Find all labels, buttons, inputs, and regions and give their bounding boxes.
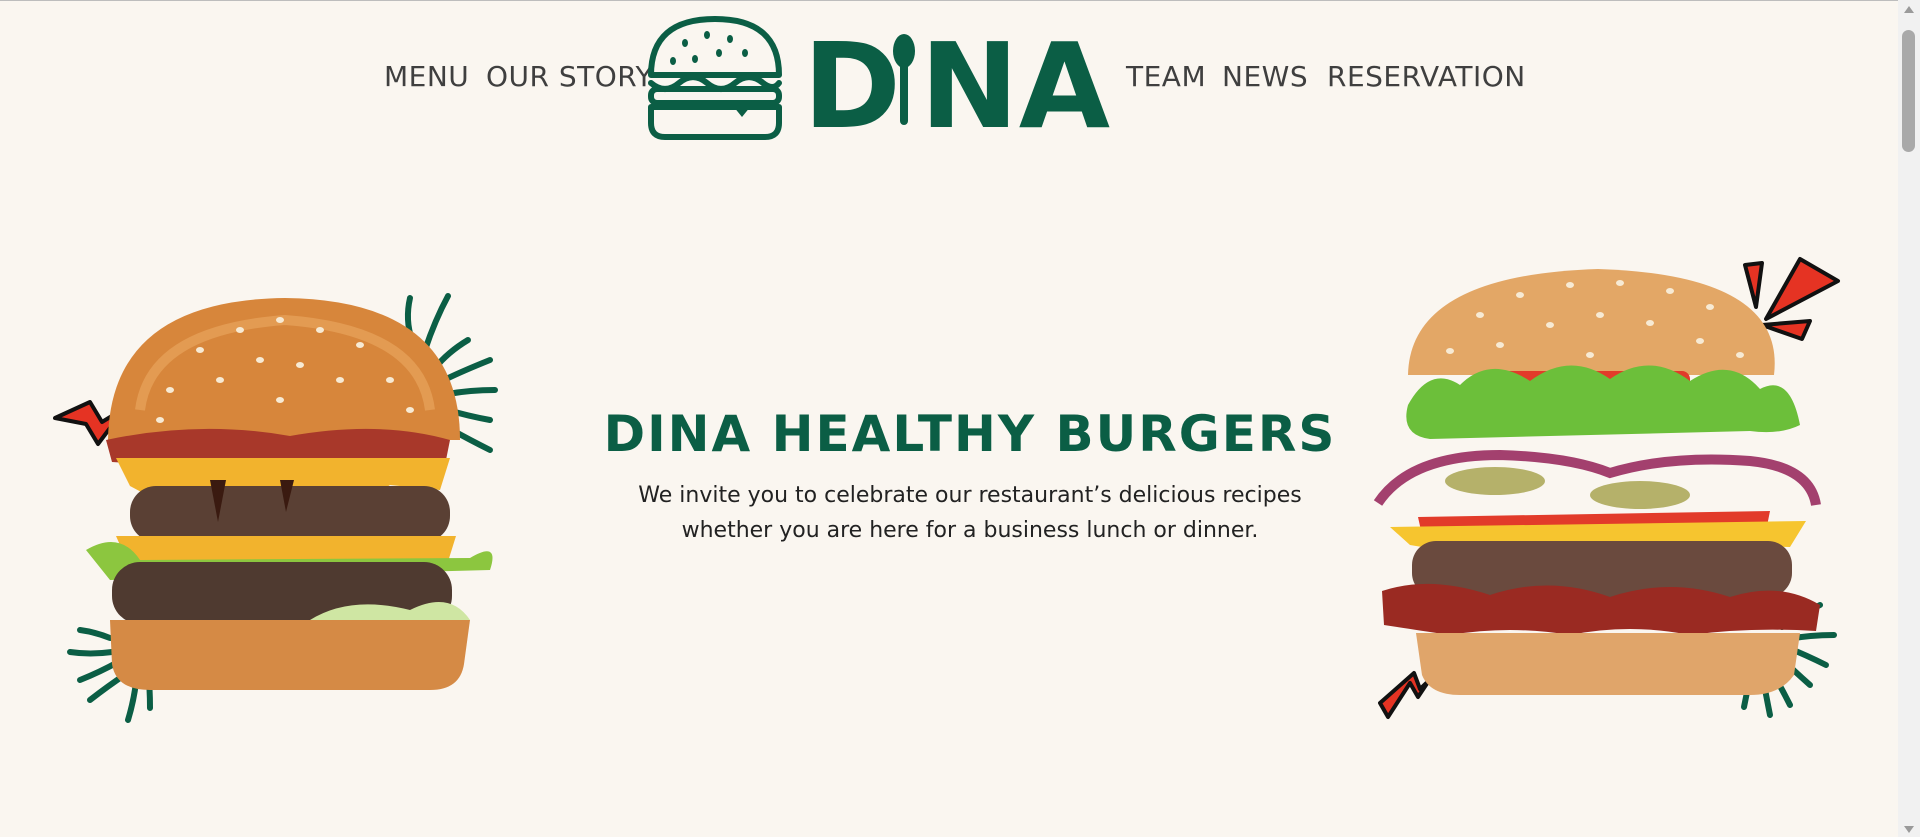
- nav-news-link[interactable]: NEWS: [1222, 60, 1308, 93]
- scrollbar-thumb[interactable]: [1902, 30, 1915, 152]
- svg-text:D: D: [803, 17, 901, 140]
- nav-menu-link[interactable]: MENU: [384, 60, 469, 93]
- burger-icon: D NA: [648, 16, 1110, 155]
- hero-subtitle-line-2: whether you are here for a business lunc…: [681, 518, 1259, 543]
- left-burger-image: [50, 290, 520, 734]
- right-burger-image: [1370, 255, 1850, 729]
- nav-team-link[interactable]: TEAM: [1126, 60, 1206, 93]
- scroll-up-arrow-icon[interactable]: [1904, 6, 1914, 13]
- logo-text: NA: [920, 17, 1110, 140]
- hero-subtitle: We invite you to celebrate our restauran…: [560, 478, 1380, 548]
- dina-logo[interactable]: D NA: [645, 15, 1115, 155]
- hero-title: DINA HEALTHY BURGERS: [603, 405, 1337, 463]
- window-top-border: [0, 0, 1920, 1]
- nav-reservation-link[interactable]: RESERVATION: [1327, 60, 1526, 93]
- nav-our-story-link[interactable]: OUR STORY: [486, 60, 653, 93]
- hero-subtitle-line-1: We invite you to celebrate our restauran…: [638, 483, 1302, 508]
- scroll-down-arrow-icon[interactable]: [1904, 826, 1914, 833]
